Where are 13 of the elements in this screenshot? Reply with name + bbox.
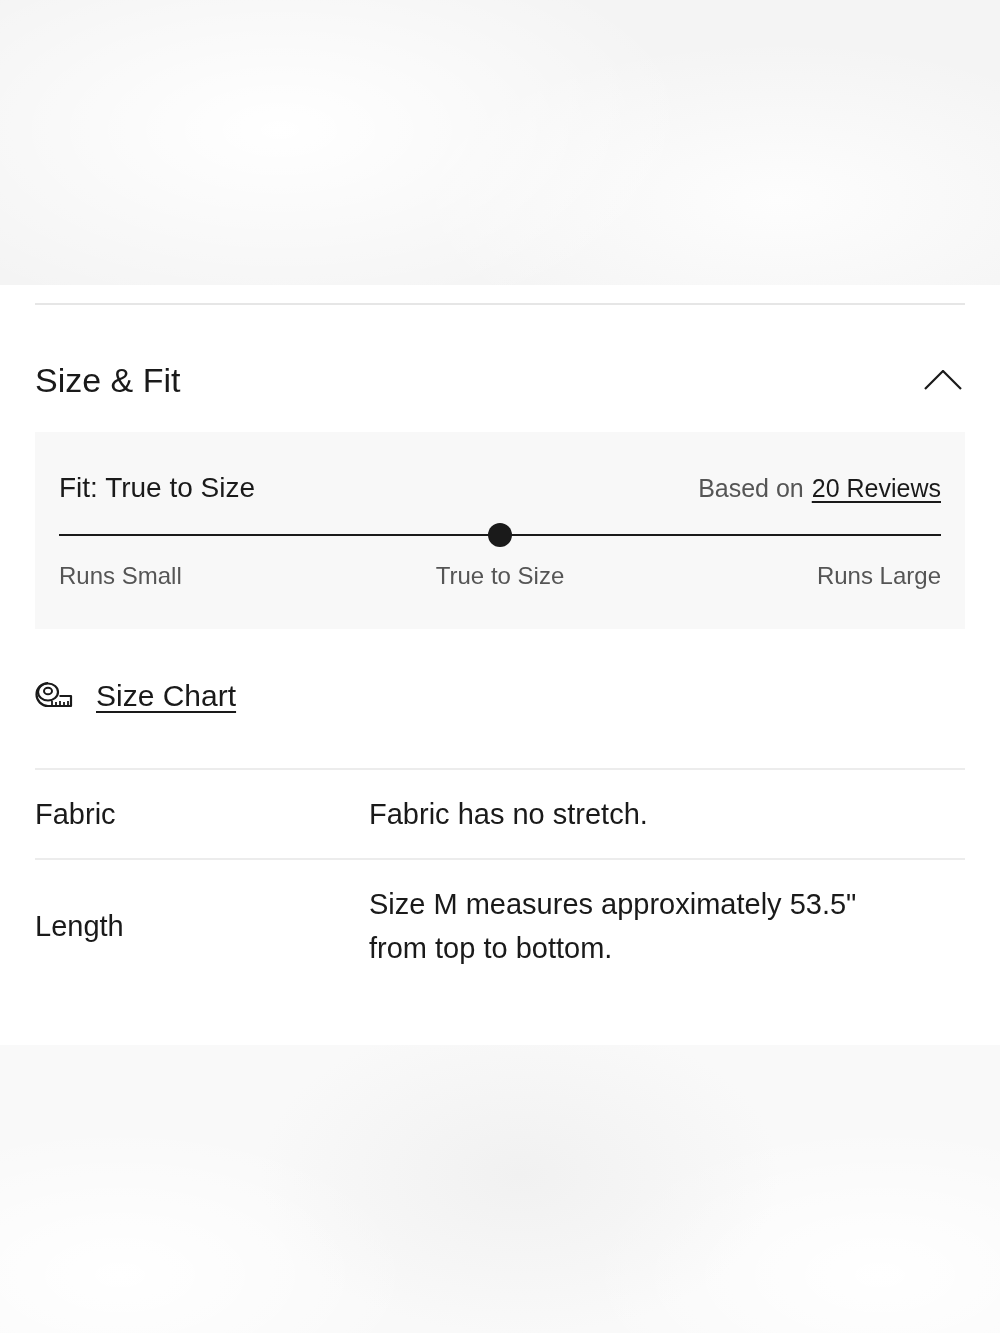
detail-label: Fabric: [35, 797, 117, 832]
scale-label: Runs Small: [59, 561, 182, 591]
size-chart-link[interactable]: Size Chart: [96, 676, 237, 716]
detail-label: Length: [35, 909, 125, 944]
scale-label: True to Size: [435, 561, 565, 591]
fit-title: Fit: True to Size: [59, 471, 256, 505]
detail-value: Fabric has no stretch.: [369, 797, 648, 832]
reviews-note: Based on: [698, 473, 804, 504]
reviews-link[interactable]: 20 Reviews: [811, 470, 941, 506]
detail-value: Size M measures approximately 53.5" from top to bottom.: [369, 887, 858, 966]
section-title[interactable]: Size & Fit: [35, 360, 181, 400]
chevron-up-icon[interactable]: [924, 370, 962, 390]
scale-label: Runs Large: [816, 561, 941, 591]
